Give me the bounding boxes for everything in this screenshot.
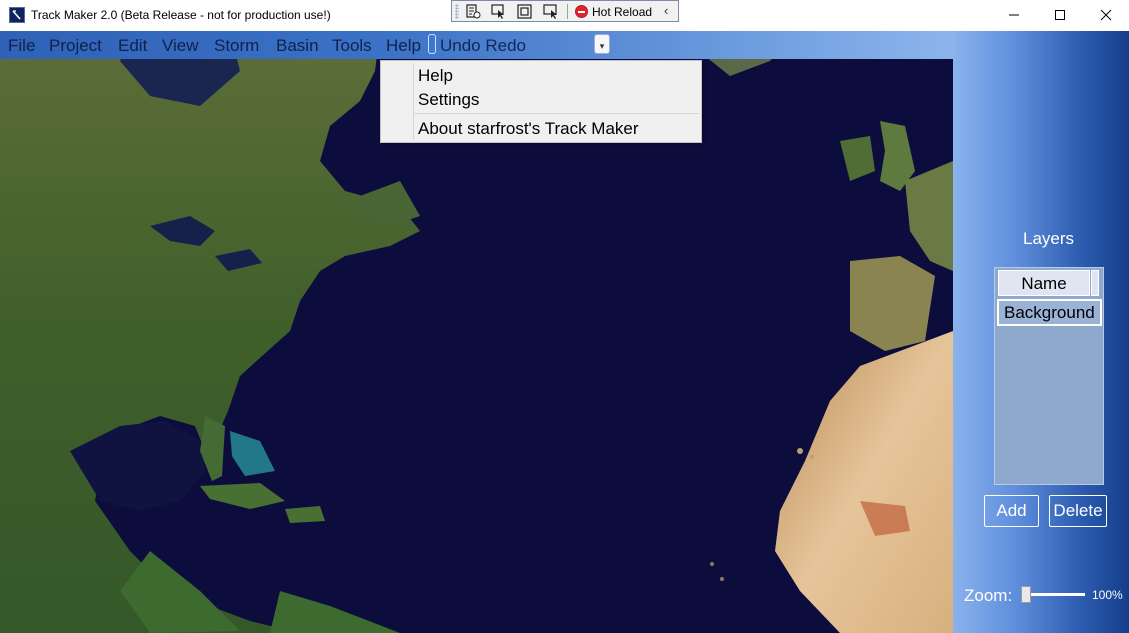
menu-project[interactable]: Project <box>49 36 102 56</box>
menu-view[interactable]: View <box>162 36 199 56</box>
column-header-name[interactable]: Name <box>998 270 1090 296</box>
menu-file[interactable]: File <box>8 36 35 56</box>
title-bar[interactable]: Track Maker 2.0 (Beta Release - not for … <box>0 0 1129 32</box>
menu-help[interactable]: Help <box>386 36 421 56</box>
display-layout-adorners-icon[interactable] <box>516 3 534 20</box>
close-button[interactable] <box>1083 0 1129 30</box>
toolbar-grip-handle[interactable] <box>428 34 436 54</box>
select-element-icon[interactable] <box>490 3 508 20</box>
track-focused-element-icon[interactable] <box>542 3 560 20</box>
collapse-toolbar-chevron-icon[interactable]: ‹ <box>664 3 668 18</box>
layer-row-background[interactable]: Background <box>997 299 1102 326</box>
toolbar-separator <box>567 4 568 19</box>
menu-basin[interactable]: Basin <box>276 36 319 56</box>
help-menu-dropdown: Help Settings About starfrost's Track Ma… <box>380 60 702 143</box>
menu-item-settings[interactable]: Settings <box>418 90 479 110</box>
undo-redo-toolbar[interactable]: Undo Redo <box>440 36 526 52</box>
menu-storm[interactable]: Storm <box>214 36 259 56</box>
toolbar-overflow-icon[interactable]: ▾ <box>594 34 610 54</box>
menu-icon-gutter <box>413 63 414 140</box>
zoom-label: Zoom: <box>964 586 1013 605</box>
hot-reload-toolbar: Hot Reload ‹ <box>451 0 679 22</box>
zoom-slider-thumb[interactable] <box>1021 586 1031 603</box>
zoom-slider-track[interactable] <box>1025 593 1085 596</box>
menu-item-about[interactable]: About starfrost's Track Maker <box>418 119 639 139</box>
hot-reload-label[interactable]: Hot Reload <box>592 5 652 19</box>
minimize-button[interactable] <box>991 0 1037 30</box>
zoom-value: 100% <box>1092 588 1123 602</box>
hot-reload-icon[interactable] <box>575 5 588 18</box>
app-icon <box>9 7 25 23</box>
layers-title: Layers <box>1023 229 1075 248</box>
window-title: Track Maker 2.0 (Beta Release - not for … <box>31 8 331 22</box>
menu-tools[interactable]: Tools <box>332 36 372 56</box>
live-visual-tree-icon[interactable] <box>464 3 482 20</box>
menu-item-help[interactable]: Help <box>418 66 453 86</box>
add-layer-button[interactable]: Add <box>984 495 1039 527</box>
column-resize-handle[interactable] <box>1091 270 1099 296</box>
toolbar-grip-icon[interactable] <box>455 4 459 19</box>
menu-separator <box>414 113 699 114</box>
delete-layer-button[interactable]: Delete <box>1049 495 1107 527</box>
menu-edit[interactable]: Edit <box>118 36 147 56</box>
maximize-button[interactable] <box>1037 0 1083 30</box>
